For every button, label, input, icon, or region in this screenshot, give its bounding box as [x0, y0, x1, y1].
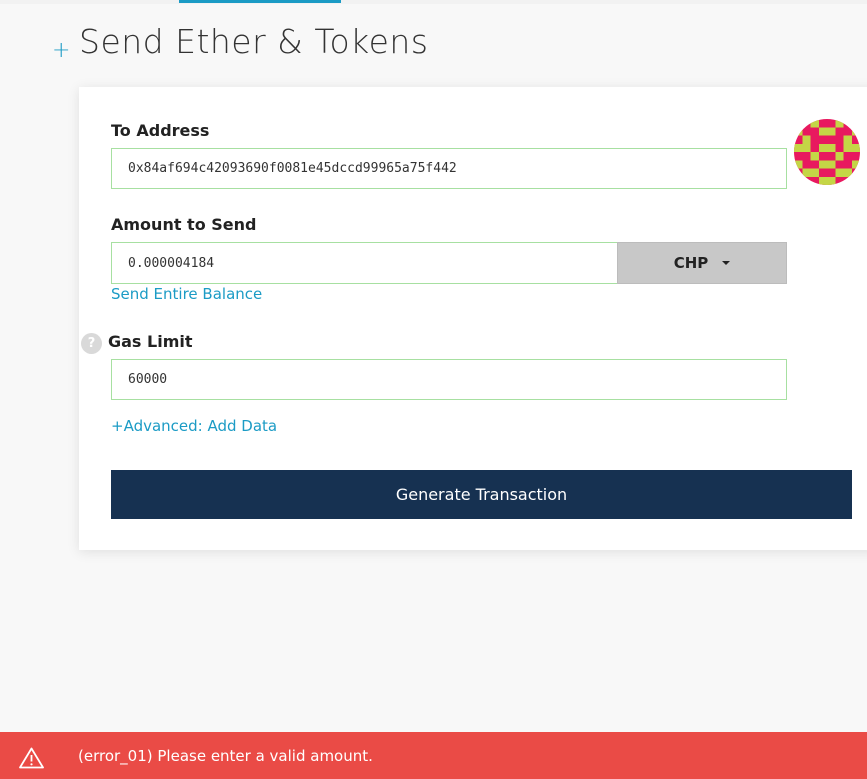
question-icon[interactable]: ?	[81, 333, 102, 354]
unit-label: CHP	[673, 254, 709, 272]
to-address-input[interactable]: 0x84af694c42093690f0081e45dccd99965a75f4…	[111, 148, 787, 189]
amount-label: Amount to Send	[111, 215, 257, 234]
active-tab-indicator	[179, 0, 341, 3]
caret-down-icon	[722, 261, 731, 265]
advanced-add-data-link[interactable]: +Advanced: Add Data	[111, 417, 277, 435]
error-banner: (error_01) Please enter a valid amount.	[0, 732, 867, 779]
page-title: Send Ether & Tokens	[79, 22, 429, 61]
amount-input[interactable]: 0.000004184	[111, 242, 618, 284]
gas-limit-input[interactable]: 60000	[111, 359, 787, 400]
identicon-avatar	[794, 119, 860, 185]
generate-transaction-button[interactable]: Generate Transaction	[111, 470, 852, 519]
plus-icon[interactable]: +	[52, 40, 70, 62]
generate-transaction-label: Generate Transaction	[395, 485, 568, 504]
gas-limit-label: Gas Limit	[108, 332, 193, 351]
send-entire-balance-link[interactable]: Send Entire Balance	[111, 285, 262, 303]
error-message: (error_01) Please enter a valid amount.	[78, 747, 373, 765]
warning-triangle-icon	[19, 747, 44, 769]
to-address-label: To Address	[111, 121, 210, 140]
top-nav-strip	[0, 0, 867, 4]
unit-dropdown[interactable]: CHP	[617, 242, 787, 284]
